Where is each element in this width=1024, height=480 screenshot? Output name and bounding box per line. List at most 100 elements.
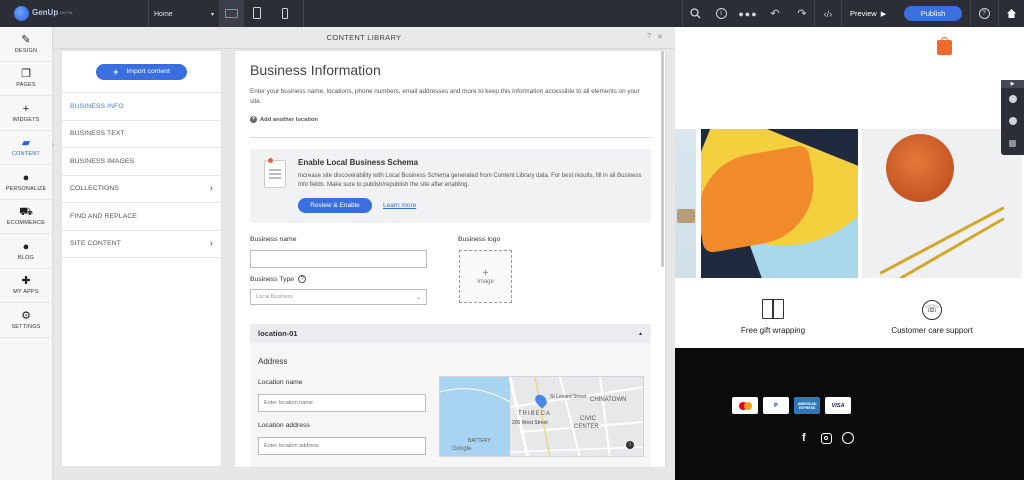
page-title: Business Information	[250, 62, 381, 78]
image-label: Image	[477, 278, 494, 285]
schema-title: Enable Local Business Schema	[298, 158, 419, 167]
map-label: CIVIC	[580, 416, 597, 422]
map-info-icon[interactable]: i	[626, 441, 634, 449]
business-name-input[interactable]	[250, 250, 427, 268]
collapse-handle[interactable]: ›	[52, 142, 60, 152]
publish-button[interactable]: Publish	[904, 6, 962, 21]
info-icon: i	[715, 8, 727, 19]
close-icon[interactable]: ✕	[657, 33, 663, 41]
location-address-input[interactable]	[258, 437, 426, 455]
product-image[interactable]	[862, 129, 1022, 278]
scrollbar[interactable]	[661, 51, 664, 267]
business-type-select[interactable]: Local Business ⌄	[250, 289, 427, 305]
visa-icon: VISA	[825, 397, 851, 414]
chevron-down-icon: ▾	[210, 11, 214, 18]
location-map[interactable]: TRIBECA CIVIC CENTER CHINATOWN 200 West …	[439, 376, 644, 457]
business-type-value: Local Business	[256, 294, 293, 300]
product-image[interactable]	[701, 129, 858, 278]
nav-item-label: SETTINGS	[11, 323, 41, 330]
nav-item-label: CONTENT	[12, 151, 40, 158]
play-icon[interactable]: ▶	[1001, 80, 1024, 88]
menu-item-label: FIND AND REPLACE	[70, 212, 137, 220]
nav-item-widgets[interactable]: + WIDGETS	[0, 96, 52, 131]
gift-icon	[762, 299, 784, 319]
review-enable-button[interactable]: Review & Enable	[298, 198, 372, 213]
nav-item-label: PERSONALIZE	[5, 185, 47, 192]
nav-item-content[interactable]: ▰ CONTENT	[0, 131, 52, 165]
brush-icon: ✎	[21, 33, 31, 46]
mobile-view-button[interactable]	[282, 8, 288, 19]
menu-item-find-and-replace[interactable]: FIND AND REPLACE	[62, 203, 221, 231]
undo-button[interactable]: ↶	[765, 0, 785, 27]
nav-item-blog[interactable]: ● BLOG	[0, 234, 52, 269]
info-button[interactable]: i	[711, 0, 731, 27]
import-content-button[interactable]: + Import content	[96, 63, 187, 80]
nav-item-pages[interactable]: ❐ PAGES	[0, 62, 52, 96]
product-image[interactable]	[675, 129, 696, 278]
zoom-icon[interactable]	[1001, 88, 1024, 110]
menu-item-label: BUSINESS INFO	[70, 102, 124, 110]
site-preview: Free gift wrapping ☏ Customer care suppo…	[675, 27, 1024, 480]
menu-item-label: COLLECTIONS	[70, 185, 120, 193]
help-button[interactable]: ?	[974, 0, 994, 27]
instagram-icon[interactable]	[821, 433, 832, 444]
desktop-view-button[interactable]	[219, 0, 244, 27]
nav-item-design[interactable]: ✎ DESIGN	[0, 27, 52, 62]
preview-button[interactable]: Preview ▶	[850, 7, 886, 20]
shopping-bag-icon[interactable]	[937, 37, 952, 55]
chevron-right-icon: ›	[209, 183, 213, 195]
map-label: Google	[452, 446, 472, 452]
panel-header: CONTENT LIBRARY ? ✕	[53, 27, 675, 49]
top-toolbar: GenUp DIGITAL Home ▾ i ●●● ↶ ↷ ‹/› Previ…	[0, 0, 1024, 27]
nav-item-settings[interactable]: ⚙ SETTINGS	[0, 303, 52, 338]
comment-icon[interactable]	[1001, 110, 1024, 132]
logo-upload[interactable]: + Image	[459, 250, 512, 303]
business-logo-label: Business logo	[458, 236, 501, 243]
redo-icon: ↷	[797, 8, 807, 20]
chevron-right-icon: ›	[209, 238, 213, 250]
help-icon[interactable]: ?	[298, 275, 307, 283]
redo-button[interactable]: ↷	[792, 0, 812, 27]
paypal-label: P	[774, 402, 778, 409]
schema-description: Increase site discoverability with Local…	[298, 173, 642, 188]
intro-text: Enter your business name, locations, pho…	[250, 88, 640, 105]
import-area: + Import content	[62, 51, 221, 93]
learn-more-link[interactable]: Learn more	[383, 202, 416, 209]
facebook-icon[interactable]: f	[802, 432, 806, 444]
code-button[interactable]: ‹/›	[818, 0, 838, 27]
page-selector[interactable]: Home ▾	[154, 7, 214, 21]
location-name-input[interactable]	[258, 394, 426, 412]
menu-item-business-text[interactable]: BUSINESS TEXT	[62, 121, 221, 148]
nav-item-my-apps[interactable]: ✚ MY APPS	[0, 269, 52, 303]
import-content-label: Import content	[126, 68, 170, 75]
menu-item-business-images[interactable]: BUSINESS IMAGES	[62, 148, 221, 176]
home-icon	[1006, 9, 1016, 18]
add-icon: +	[250, 116, 257, 123]
add-location-link[interactable]: + Add another location	[250, 116, 318, 123]
tablet-view-button[interactable]	[253, 7, 261, 19]
document-icon	[264, 157, 286, 188]
business-type-label: Business Type	[250, 275, 295, 283]
nav-item-label: MY APPS	[13, 289, 39, 296]
nav-item-ecommerce[interactable]: ⛟ ECOMMERCE	[0, 200, 52, 234]
menu-item-collections[interactable]: COLLECTIONS ›	[62, 176, 221, 203]
nav-item-label: BLOG	[17, 254, 35, 261]
home-button[interactable]	[1001, 0, 1021, 27]
location-accordion-header[interactable]: location-01 ▲	[250, 324, 651, 343]
location-name-label: Location name	[258, 379, 303, 386]
more-button[interactable]: ●●●	[738, 0, 758, 27]
menu-item-site-content[interactable]: SITE CONTENT ›	[62, 231, 221, 258]
nav-item-label: PAGES	[16, 82, 36, 89]
review-enable-label: Review & Enable	[310, 202, 360, 209]
layers-icon[interactable]	[1001, 132, 1024, 154]
code-icon: ‹/›	[823, 8, 833, 19]
phone-icon: ☏	[922, 300, 942, 320]
nav-item-personalize[interactable]: ● PERSONALIZE	[0, 165, 52, 200]
amex-icon: AMERICAN EXPRESS	[794, 397, 820, 414]
menu-item-business-info[interactable]: BUSINESS INFO	[62, 93, 221, 121]
help-icon: ?	[978, 8, 990, 19]
search-button[interactable]	[685, 0, 705, 27]
whatsapp-icon[interactable]	[842, 432, 854, 444]
help-icon[interactable]: ?	[647, 33, 651, 40]
map-label: TRIBECA	[518, 411, 552, 417]
